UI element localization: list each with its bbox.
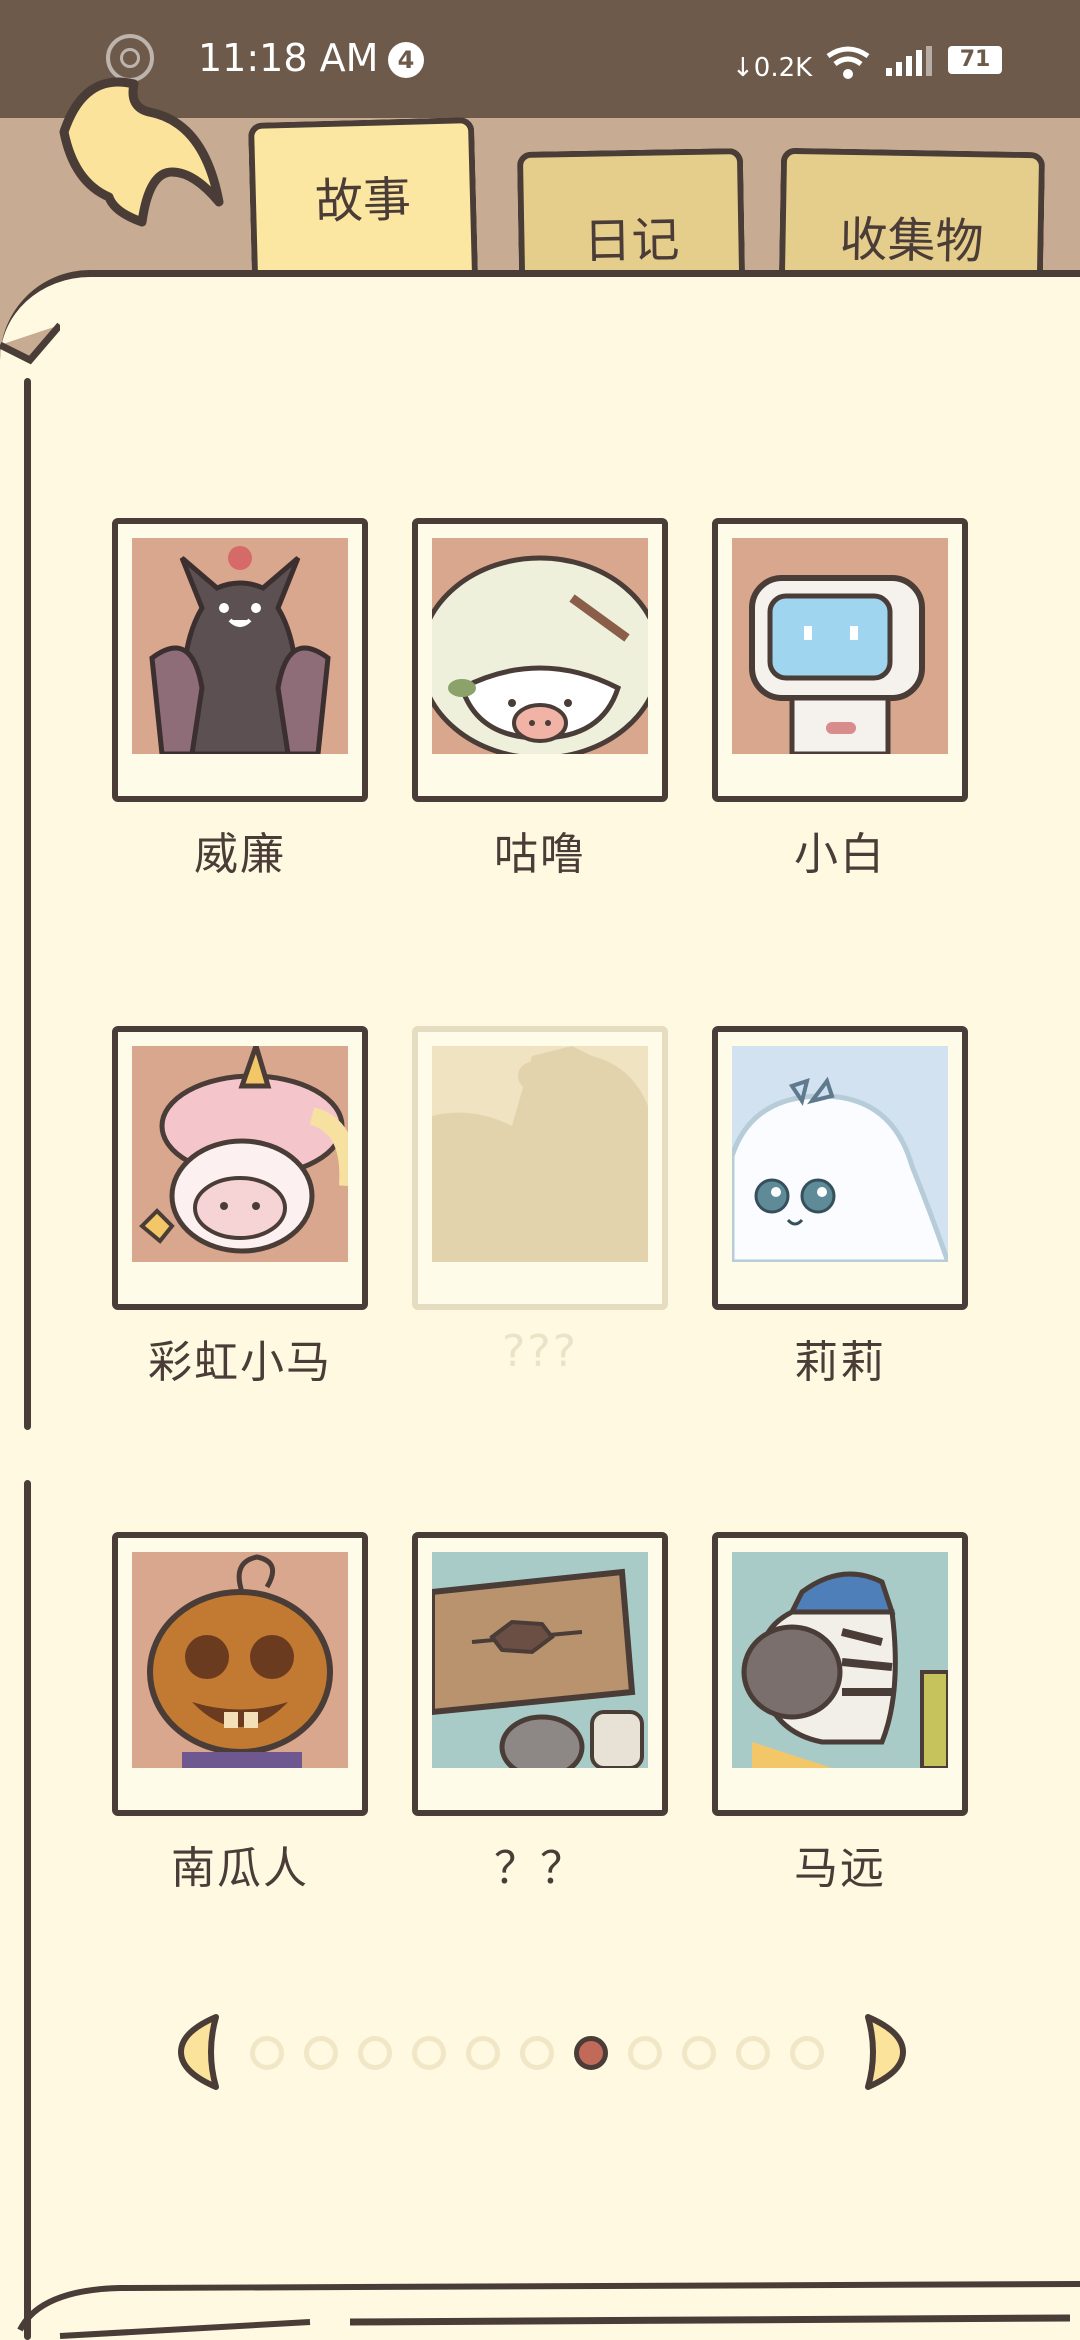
character-card-pumpkin-man[interactable]: 南瓜人 [112,1532,368,1896]
character-frame [112,518,368,802]
character-card-william[interactable]: 威廉 [112,518,368,882]
character-card-box-creature[interactable]: ？？ [412,1532,668,1896]
character-frame [712,1532,968,1816]
page-dot[interactable] [250,2036,284,2070]
page-dot[interactable] [520,2036,554,2070]
prev-page-arrow-icon[interactable] [176,2012,224,2092]
character-frame [412,518,668,802]
page-corner-decoration [0,322,60,365]
character-portrait [132,1552,348,1768]
notification-count-badge: 4 [388,42,424,78]
page-dot[interactable] [466,2036,500,2070]
signal-icon [886,46,932,76]
download-arrow-icon: ↓ [732,53,754,83]
page-dot[interactable] [736,2036,770,2070]
page-spine-line [24,378,31,1430]
page-dot[interactable] [790,2036,824,2070]
character-portrait [132,538,348,754]
page-dot[interactable] [412,2036,446,2070]
character-frame [112,1026,368,1310]
character-portrait [732,1046,948,1262]
page-dot[interactable] [304,2036,338,2070]
page-spine-line-lower [24,1480,31,2340]
page-dot[interactable] [628,2036,662,2070]
character-name: ？？ [494,1843,586,1894]
tab-diary[interactable]: 日记 [516,148,746,282]
character-frame [412,1532,668,1816]
next-page-arrow-icon[interactable] [860,2012,908,2092]
character-frame [712,518,968,802]
character-silhouette [432,1046,648,1262]
character-card-rainbow-pony[interactable]: 彩虹小马 [112,1026,368,1390]
character-name: 威廉 [194,829,286,880]
page-dot[interactable] [358,2036,392,2070]
page-bottom-edge [17,2281,1080,2339]
character-portrait [432,538,648,754]
character-frame [412,1026,668,1310]
character-card-locked[interactable]: ??? [412,1026,668,1377]
tab-story[interactable]: 故事 [247,117,479,283]
character-portrait [732,538,948,754]
character-portrait [132,1046,348,1262]
network-speed: ↓0.2K [732,53,813,83]
character-card-xiaobai[interactable]: 小白 [712,518,968,882]
character-portrait [432,1552,648,1768]
page-indicator [176,2012,906,2102]
tab-collection[interactable]: 收集物 [778,147,1046,283]
page-dot-current[interactable] [574,2036,608,2070]
character-card-mayuan[interactable]: 马远 [712,1532,968,1896]
wifi-icon [826,46,870,79]
character-frame [112,1532,368,1816]
character-name: 马远 [794,1843,886,1894]
character-card-lily[interactable]: 莉莉 [712,1026,968,1390]
back-arrow-icon[interactable] [54,62,234,232]
character-frame [712,1026,968,1310]
battery-indicator: 71 [948,46,1002,74]
character-name: 小白 [794,829,886,880]
character-name: 南瓜人 [171,1843,309,1894]
character-card-gulu[interactable]: 咕噜 [412,518,668,882]
character-name: 莉莉 [794,1337,886,1388]
character-name: ??? [501,1326,579,1377]
character-name: 彩虹小马 [148,1337,332,1388]
character-portrait [732,1552,948,1768]
character-name: 咕噜 [494,829,586,880]
page-dot[interactable] [682,2036,716,2070]
